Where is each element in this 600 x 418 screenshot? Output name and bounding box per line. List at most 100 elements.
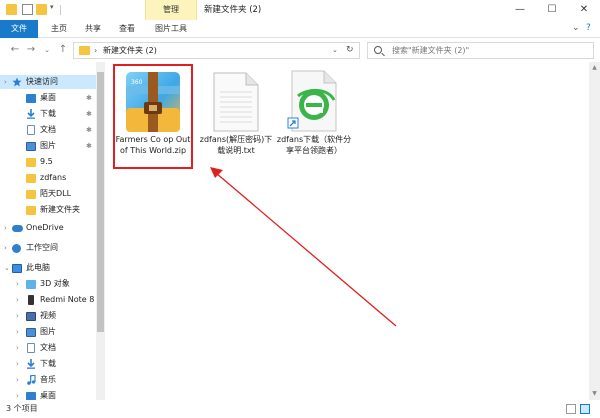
nav-pane-scrollbar[interactable]: [96, 62, 105, 400]
cloud-icon: [12, 225, 23, 232]
item-count: 3 个项目: [6, 404, 38, 413]
expand-chevron-icon[interactable]: ›: [16, 357, 19, 371]
folder-icon: [26, 158, 36, 167]
scroll-down-icon[interactable]: ▼: [589, 390, 600, 397]
maximize-button[interactable]: ☐: [536, 0, 568, 20]
pin-icon: ✱: [86, 142, 92, 150]
pin-icon: ✱: [86, 94, 92, 102]
expand-chevron-icon[interactable]: ›: [4, 221, 7, 235]
sidebar-item-pictures[interactable]: 图片 ✱: [0, 139, 96, 153]
properties-icon[interactable]: [22, 4, 33, 15]
tab-share[interactable]: 共享: [78, 20, 108, 38]
sidebar-item-workspace[interactable]: › 工作空间: [0, 241, 96, 255]
ribbon-expand-icon[interactable]: ⌄: [572, 23, 580, 33]
sidebar-item-quick-access[interactable]: › 快速访问: [0, 75, 96, 89]
annotation-highlight-box: [113, 64, 193, 169]
picture-icon: [26, 142, 36, 151]
sidebar-item-label: 下载: [40, 109, 56, 118]
sidebar-item-documents[interactable]: 文档 ✱: [0, 123, 96, 137]
tab-view[interactable]: 查看: [112, 20, 142, 38]
sidebar-item-folder-9-5[interactable]: 9.5: [0, 155, 96, 169]
recent-locations-button[interactable]: ⌄: [40, 42, 54, 58]
star-icon: [12, 77, 22, 87]
expand-chevron-icon[interactable]: ›: [4, 241, 7, 255]
sidebar-item-downloads-pc[interactable]: › 下载: [0, 357, 96, 371]
forward-button[interactable]: →: [24, 42, 38, 58]
sidebar-item-desktop-pc[interactable]: › 桌面: [0, 389, 96, 400]
refresh-icon[interactable]: ↻: [346, 43, 354, 58]
video-icon: [26, 312, 36, 321]
sidebar-item-label: 图片: [40, 327, 56, 336]
large-icons-view-icon[interactable]: [580, 404, 590, 414]
sidebar-item-label: 工作空间: [26, 243, 58, 252]
nav-pane-scroll-thumb[interactable]: [97, 72, 104, 332]
sidebar-item-this-pc[interactable]: ⌄ 此电脑: [0, 261, 96, 275]
sidebar-item-videos[interactable]: › 视频: [0, 309, 96, 323]
folder-icon: [26, 206, 36, 215]
file-name[interactable]: zdfans下载（软件分享平台领跑者）: [276, 134, 352, 156]
breadcrumb-chevron[interactable]: ›: [94, 43, 97, 58]
up-button[interactable]: ↑: [56, 42, 70, 58]
navigation-pane: › 快速访问 桌面 ✱ 下载 ✱ 文档 ✱ 图片 ✱ 9.5 zdfans 陌天…: [0, 62, 105, 400]
file-name[interactable]: zdfans(解压密码)下载说明.txt: [198, 134, 274, 156]
sidebar-item-label: 文档: [40, 343, 56, 352]
sidebar-item-3d-objects[interactable]: › 3D 对象: [0, 277, 96, 291]
file-item-txt[interactable]: zdfans(解压密码)下载说明.txt: [198, 66, 274, 167]
file-item-shortcut[interactable]: zdfans下载（软件分享平台领跑者）: [276, 66, 352, 167]
sidebar-item-onedrive[interactable]: › OneDrive: [0, 221, 96, 235]
tab-picture-tools[interactable]: 图片工具: [145, 20, 197, 38]
collapse-chevron-icon[interactable]: ⌄: [4, 261, 10, 275]
sidebar-item-desktop[interactable]: 桌面 ✱: [0, 91, 96, 105]
breadcrumb[interactable]: 新建文件夹 (2): [103, 43, 157, 58]
sidebar-item-label: 9.5: [40, 157, 53, 166]
status-bar: 3 个项目: [0, 400, 600, 418]
details-view-icon[interactable]: [566, 404, 576, 414]
sidebar-item-folder-zdfans[interactable]: zdfans: [0, 171, 96, 185]
phone-icon: [28, 295, 34, 305]
pin-icon: ✱: [86, 110, 92, 118]
sidebar-item-label: 视频: [40, 311, 56, 320]
expand-chevron-icon[interactable]: ›: [16, 373, 19, 387]
sidebar-item-label: 桌面: [40, 93, 56, 102]
expand-chevron-icon[interactable]: ›: [16, 389, 19, 400]
close-button[interactable]: ✕: [568, 0, 600, 20]
sidebar-item-documents-pc[interactable]: › 文档: [0, 341, 96, 355]
document-icon: [27, 343, 35, 353]
expand-chevron-icon[interactable]: ›: [16, 325, 19, 339]
sidebar-item-folder-new[interactable]: 新建文件夹: [0, 203, 96, 217]
expand-chevron-icon[interactable]: ›: [16, 293, 19, 307]
quick-access-toolbar-dropdown[interactable]: ▾: [50, 3, 54, 11]
tab-home[interactable]: 主页: [44, 20, 74, 38]
back-button[interactable]: ←: [8, 42, 22, 58]
scroll-up-icon[interactable]: ▲: [589, 64, 600, 71]
content-scrollbar[interactable]: ▲ ▼: [589, 62, 600, 400]
expand-chevron-icon[interactable]: ›: [16, 277, 19, 291]
search-placeholder: 搜索"新建文件夹 (2)": [392, 46, 470, 55]
expand-chevron-icon[interactable]: ›: [16, 341, 19, 355]
address-bar[interactable]: › 新建文件夹 (2) ⌄ ↻: [73, 42, 360, 59]
minimize-button[interactable]: —: [504, 0, 536, 20]
sidebar-item-phone[interactable]: › Redmi Note 8: [0, 293, 96, 307]
sidebar-item-label: 快速访问: [26, 77, 58, 86]
3d-objects-icon: [26, 280, 36, 289]
sidebar-item-folder-dll[interactable]: 陌天DLL: [0, 187, 96, 201]
search-input[interactable]: 搜索"新建文件夹 (2)": [367, 42, 594, 59]
expand-chevron-icon[interactable]: ›: [16, 309, 19, 323]
help-icon[interactable]: ?: [586, 23, 591, 33]
tab-file[interactable]: 文件: [0, 20, 38, 38]
sidebar-item-label: 此电脑: [26, 263, 50, 272]
address-dropdown-icon[interactable]: ⌄: [332, 43, 338, 58]
toolbar-divider: [60, 5, 61, 15]
download-icon: [26, 109, 36, 119]
sidebar-item-label: 音乐: [40, 375, 56, 384]
sidebar-item-downloads[interactable]: 下载 ✱: [0, 107, 96, 121]
folder-icon: [26, 174, 36, 183]
sidebar-item-pictures-pc[interactable]: › 图片: [0, 325, 96, 339]
sidebar-item-label: OneDrive: [26, 223, 64, 232]
expand-chevron-icon[interactable]: ›: [4, 75, 7, 89]
download-icon: [26, 359, 36, 369]
new-folder-icon[interactable]: [36, 4, 47, 15]
sidebar-item-music[interactable]: › 音乐: [0, 373, 96, 387]
sidebar-item-label: zdfans: [40, 173, 67, 182]
pin-icon: ✱: [86, 126, 92, 134]
